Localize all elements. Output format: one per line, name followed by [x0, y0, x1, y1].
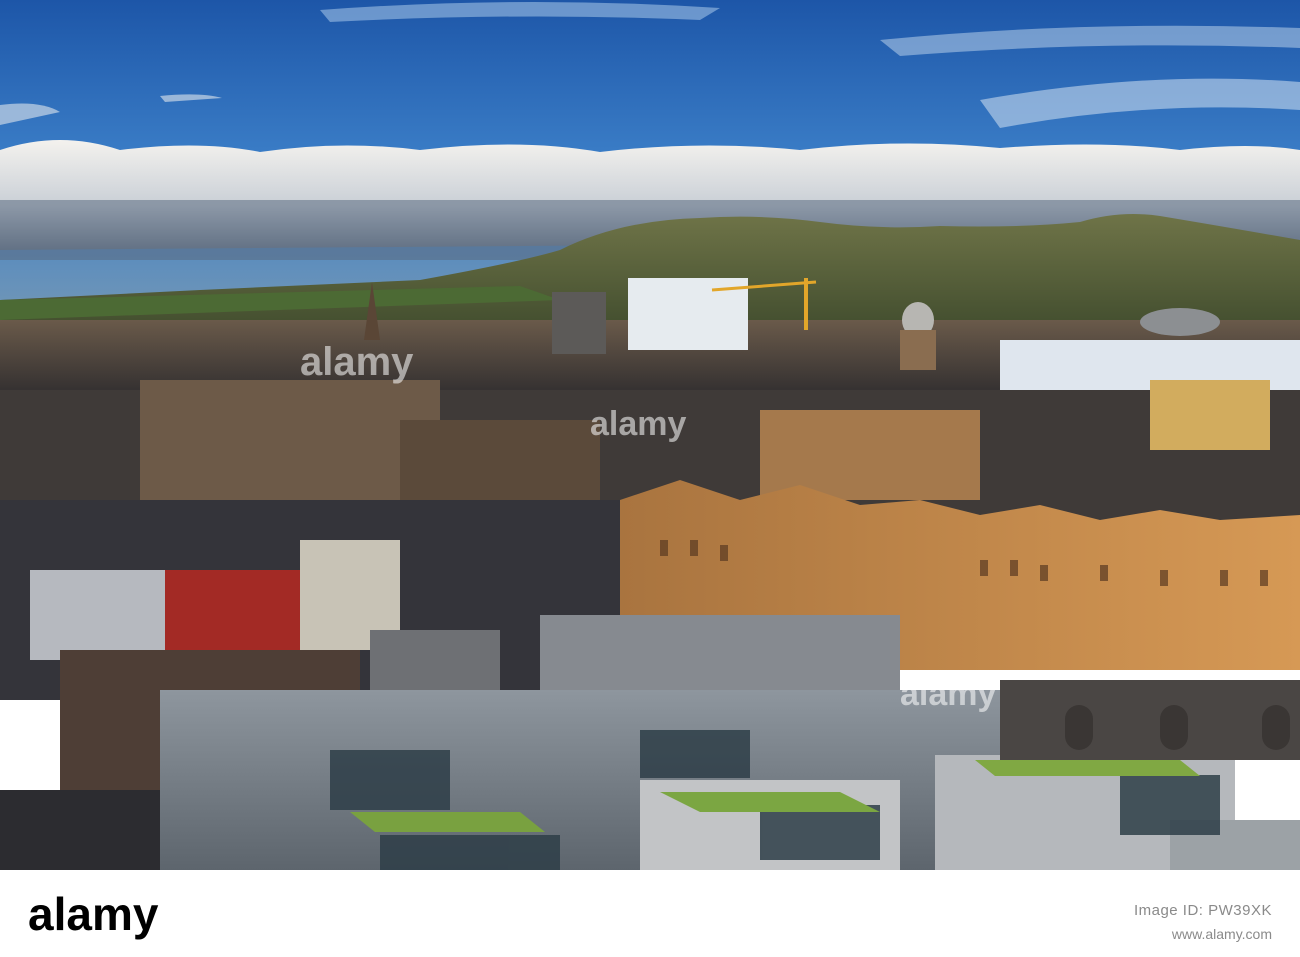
red-building	[165, 570, 305, 660]
watermark-inner: alamy	[590, 405, 687, 443]
stock-image-id: Image ID: PW39XK	[1133, 902, 1272, 919]
alamy-logo: alamy	[28, 888, 159, 940]
modern-block-mid	[540, 615, 900, 695]
stock-id-value: PW39XK	[1208, 902, 1272, 919]
grey-building	[30, 570, 170, 660]
watermark-footer: alamy Image ID: PW39XK www.alamy.com	[0, 870, 1300, 957]
watermark-center: alamy	[300, 340, 414, 384]
stock-url: www.alamy.com	[1171, 926, 1272, 942]
svg-text:alamy: alamy	[28, 888, 159, 940]
watermark-lower: alamy	[900, 675, 997, 713]
